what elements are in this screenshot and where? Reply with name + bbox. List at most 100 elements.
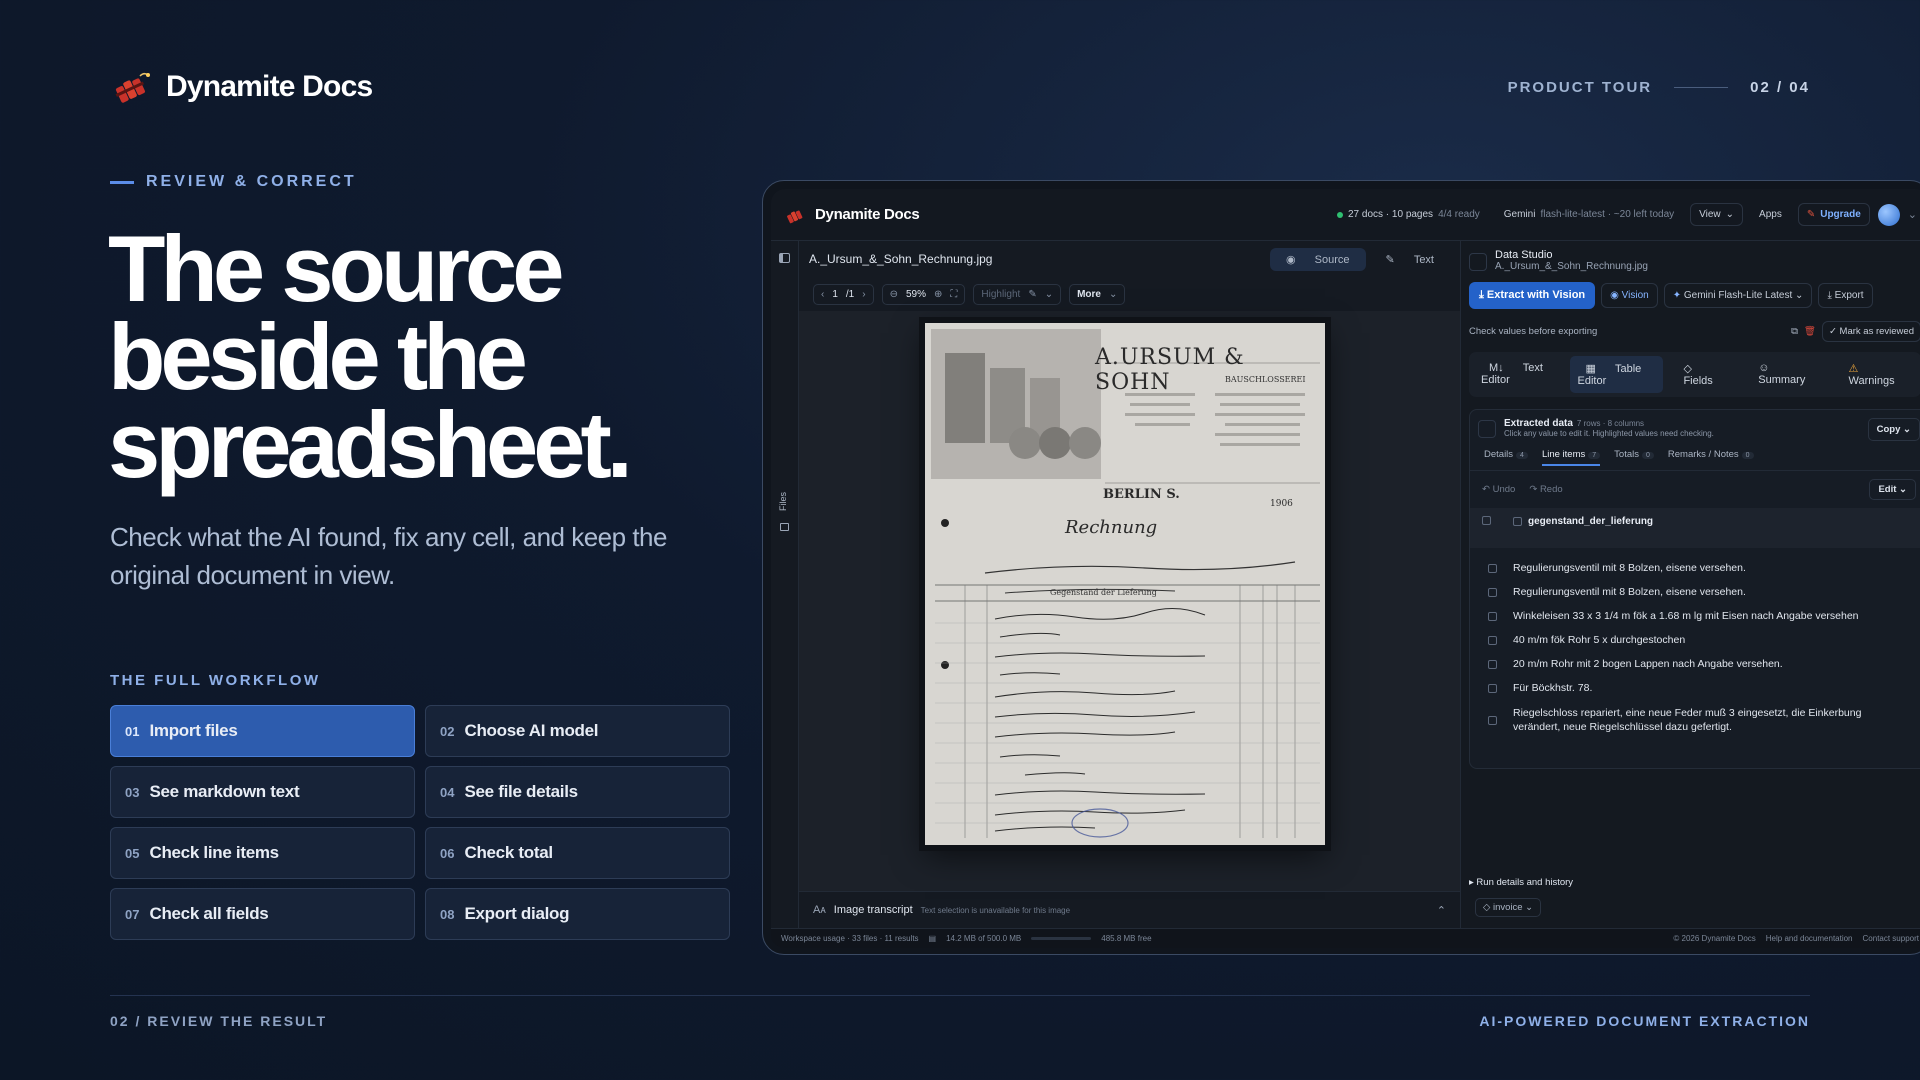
row-checkbox[interactable] (1488, 611, 1497, 621)
row-checkbox[interactable] (1488, 587, 1497, 597)
transcript-note: Text selection is unavailable for this i… (920, 905, 1071, 915)
invoice-title: Rechnung (1065, 517, 1158, 538)
tab-text-editor[interactable]: M↓ Text Editor (1473, 356, 1566, 393)
step-check-total[interactable]: 06 Check total (425, 827, 730, 879)
step-see-file-details[interactable]: 04 See file details (425, 766, 730, 818)
subtab-remarks-notes[interactable]: Remarks / Notes 0 (1668, 449, 1754, 460)
mark-reviewed-button[interactable]: ✓ Mark as reviewed (1821, 321, 1920, 342)
step-label: Export dialog (464, 904, 570, 923)
avatar[interactable] (1877, 203, 1900, 226)
row-checkbox[interactable] (1488, 563, 1497, 573)
step-number: 01 (125, 723, 140, 739)
run-details-toggle[interactable]: ▸ Run details and history (1469, 877, 1573, 888)
row-checkbox[interactable] (1488, 683, 1497, 693)
table-cell[interactable]: 20 m/m Rohr mit 2 bogen Lappen nach Anga… (1513, 658, 1783, 670)
step-check-all-fields[interactable]: 07 Check all fields (110, 888, 415, 940)
step-import-files[interactable]: 01 Import files (110, 705, 415, 757)
chevron-down-icon[interactable]: ⌄ (1908, 208, 1917, 221)
undo-button[interactable]: ↶ Undo (1482, 484, 1515, 495)
column-header[interactable]: gegenstand_der_lieferung (1528, 516, 1653, 527)
source-tab[interactable]: ◉ Source (1270, 247, 1366, 271)
eyebrow-label: REVIEW & CORRECT (146, 173, 357, 190)
export-button[interactable]: ⤓ Export (1818, 283, 1873, 308)
image-transcript-bar[interactable]: Aᴀ Image transcript Text selection is un… (799, 891, 1460, 928)
tab-summary[interactable]: ☺ Summary (1742, 356, 1828, 393)
edit-menu-button[interactable]: Edit ⌄ (1869, 479, 1916, 500)
viewer-toolbar: ‹ 1 /1 › ⊖ 59% ⊕ ⛶ Highlight ✎ ⌄ More ⌄ (799, 277, 1460, 311)
chevron-down-icon: ⌄ (1725, 209, 1735, 220)
table-cell[interactable]: Winkeleisen 33 x 3 1/4 m fök a 1.68 m lg… (1513, 610, 1859, 622)
prev-page-icon[interactable]: ‹ (821, 289, 824, 300)
step-check-line-items[interactable]: 05 Check line items (110, 827, 415, 879)
subtab-line-items[interactable]: Line items 7 (1541, 449, 1601, 466)
subtab-label: Line items (1541, 449, 1586, 460)
table-row[interactable]: Für Böckhstr. 78. (1470, 676, 1920, 700)
table-cell[interactable]: 40 m/m fök Rohr 5 x durchgestochen (1513, 634, 1685, 646)
files-tab[interactable]: Files (778, 492, 788, 511)
workflow-steps: 01 Import files 02 Choose AI model 03 Se… (110, 705, 730, 940)
help-link[interactable]: Help and documentation (1766, 934, 1853, 943)
text-tab[interactable]: ✎ Text (1370, 248, 1450, 271)
select-all-checkbox[interactable] (1482, 516, 1491, 525)
tour-label: PRODUCT TOUR (1507, 79, 1653, 96)
extract-with-vision-button[interactable]: ⤓ Extract with Vision (1469, 282, 1596, 309)
undo-icon: ↶ (1482, 484, 1493, 495)
row-checkbox[interactable] (1488, 715, 1497, 725)
subtab-details[interactable]: Details 4 (1484, 449, 1528, 460)
storage-icon: ▤ (928, 934, 937, 943)
sidebar-toggle-icon[interactable] (779, 253, 790, 263)
fit-screen-icon[interactable]: ⛶ (950, 289, 957, 300)
contact-link[interactable]: Contact support (1863, 934, 1919, 943)
apps-button[interactable]: Apps (1751, 204, 1790, 225)
zoom-in-icon[interactable]: ⊕ (934, 289, 942, 300)
document-canvas: A.URSUM & SOHN BAUSCHLOSSEREI BERLIN S. … (799, 311, 1460, 891)
view-menu-button[interactable]: View ⌄ (1690, 203, 1744, 226)
step-see-markdown-text[interactable]: 03 See markdown text (110, 766, 415, 818)
document-type-tag[interactable]: ◇ invoice ⌄ (1475, 898, 1542, 917)
table-row[interactable]: Winkeleisen 33 x 3 1/4 m fök a 1.68 m lg… (1470, 604, 1920, 628)
redo-button[interactable]: ↷ Redo (1529, 484, 1562, 495)
highlight-button[interactable]: Highlight (981, 289, 1020, 300)
tab-warnings[interactable]: ⚠ Warnings (1833, 356, 1917, 393)
table-row[interactable]: 20 m/m Rohr mit 2 bogen Lappen nach Anga… (1470, 652, 1920, 676)
copy-button[interactable]: Copy ⌄ (1867, 418, 1920, 441)
step-choose-ai-model[interactable]: 02 Choose AI model (425, 705, 730, 757)
chevron-up-icon[interactable]: ⌃ (1437, 904, 1446, 917)
table-cell[interactable]: Regulierungsventil mit 8 Bolzen, eisene … (1513, 586, 1746, 598)
pen-icon[interactable]: ✎ (1028, 289, 1036, 300)
chevron-down-icon: ⌄ (1792, 290, 1804, 301)
tab-fields[interactable]: ◇ Fields (1667, 356, 1738, 393)
next-page-icon[interactable]: › (862, 289, 865, 300)
row-checkbox[interactable] (1488, 659, 1497, 669)
table-row[interactable]: Regulierungsventil mit 8 Bolzen, eisene … (1470, 580, 1920, 604)
line-items-table: Regulierungsventil mit 8 Bolzen, eisene … (1470, 548, 1920, 740)
zoom-out-icon[interactable]: ⊖ (890, 289, 898, 300)
view-label: View (1699, 209, 1721, 220)
apps-label: Apps (1759, 209, 1782, 220)
step-label: Check line items (149, 843, 279, 862)
copy-label: Copy (1876, 424, 1901, 435)
model-select[interactable]: ✦ Gemini Flash-Lite Latest ⌄ (1663, 283, 1813, 308)
step-export-dialog[interactable]: 08 Export dialog (425, 888, 730, 940)
chevron-down-icon[interactable]: ⌄ (1045, 289, 1053, 300)
table-row[interactable]: Regulierungsventil mit 8 Bolzen, eisene … (1470, 556, 1920, 580)
tab-table-editor[interactable]: ▦ Table Editor (1569, 356, 1664, 393)
vision-mode-button[interactable]: ◉ Vision (1601, 283, 1658, 308)
folder-icon[interactable] (780, 523, 789, 531)
more-button[interactable]: More ⌄ (1069, 283, 1126, 305)
subtab-totals[interactable]: Totals 0 (1614, 449, 1654, 460)
table-row[interactable]: 40 m/m fök Rohr 5 x durchgestochen (1470, 628, 1920, 652)
page-current[interactable]: 1 (832, 289, 838, 300)
trash-icon[interactable]: 🗑 (1804, 326, 1816, 337)
copy-icon[interactable]: ⧉ (1791, 326, 1798, 337)
count-badge: 4 (1516, 452, 1528, 459)
table-cell[interactable]: Regulierungsventil mit 8 Bolzen, eisene … (1513, 562, 1746, 574)
invoice-company-name: A.URSUM & SOHN (1095, 345, 1245, 395)
table-cell[interactable]: Riegelschloss repariert, eine neue Feder… (1513, 706, 1910, 734)
column-checkbox[interactable] (1513, 517, 1522, 526)
tab-label: Summary (1758, 374, 1806, 386)
row-checkbox[interactable] (1488, 635, 1497, 645)
table-row[interactable]: Riegelschloss repariert, eine neue Feder… (1470, 700, 1920, 740)
upgrade-button[interactable]: ✎ Upgrade (1797, 203, 1870, 226)
table-cell[interactable]: Für Böckhstr. 78. (1513, 682, 1592, 694)
